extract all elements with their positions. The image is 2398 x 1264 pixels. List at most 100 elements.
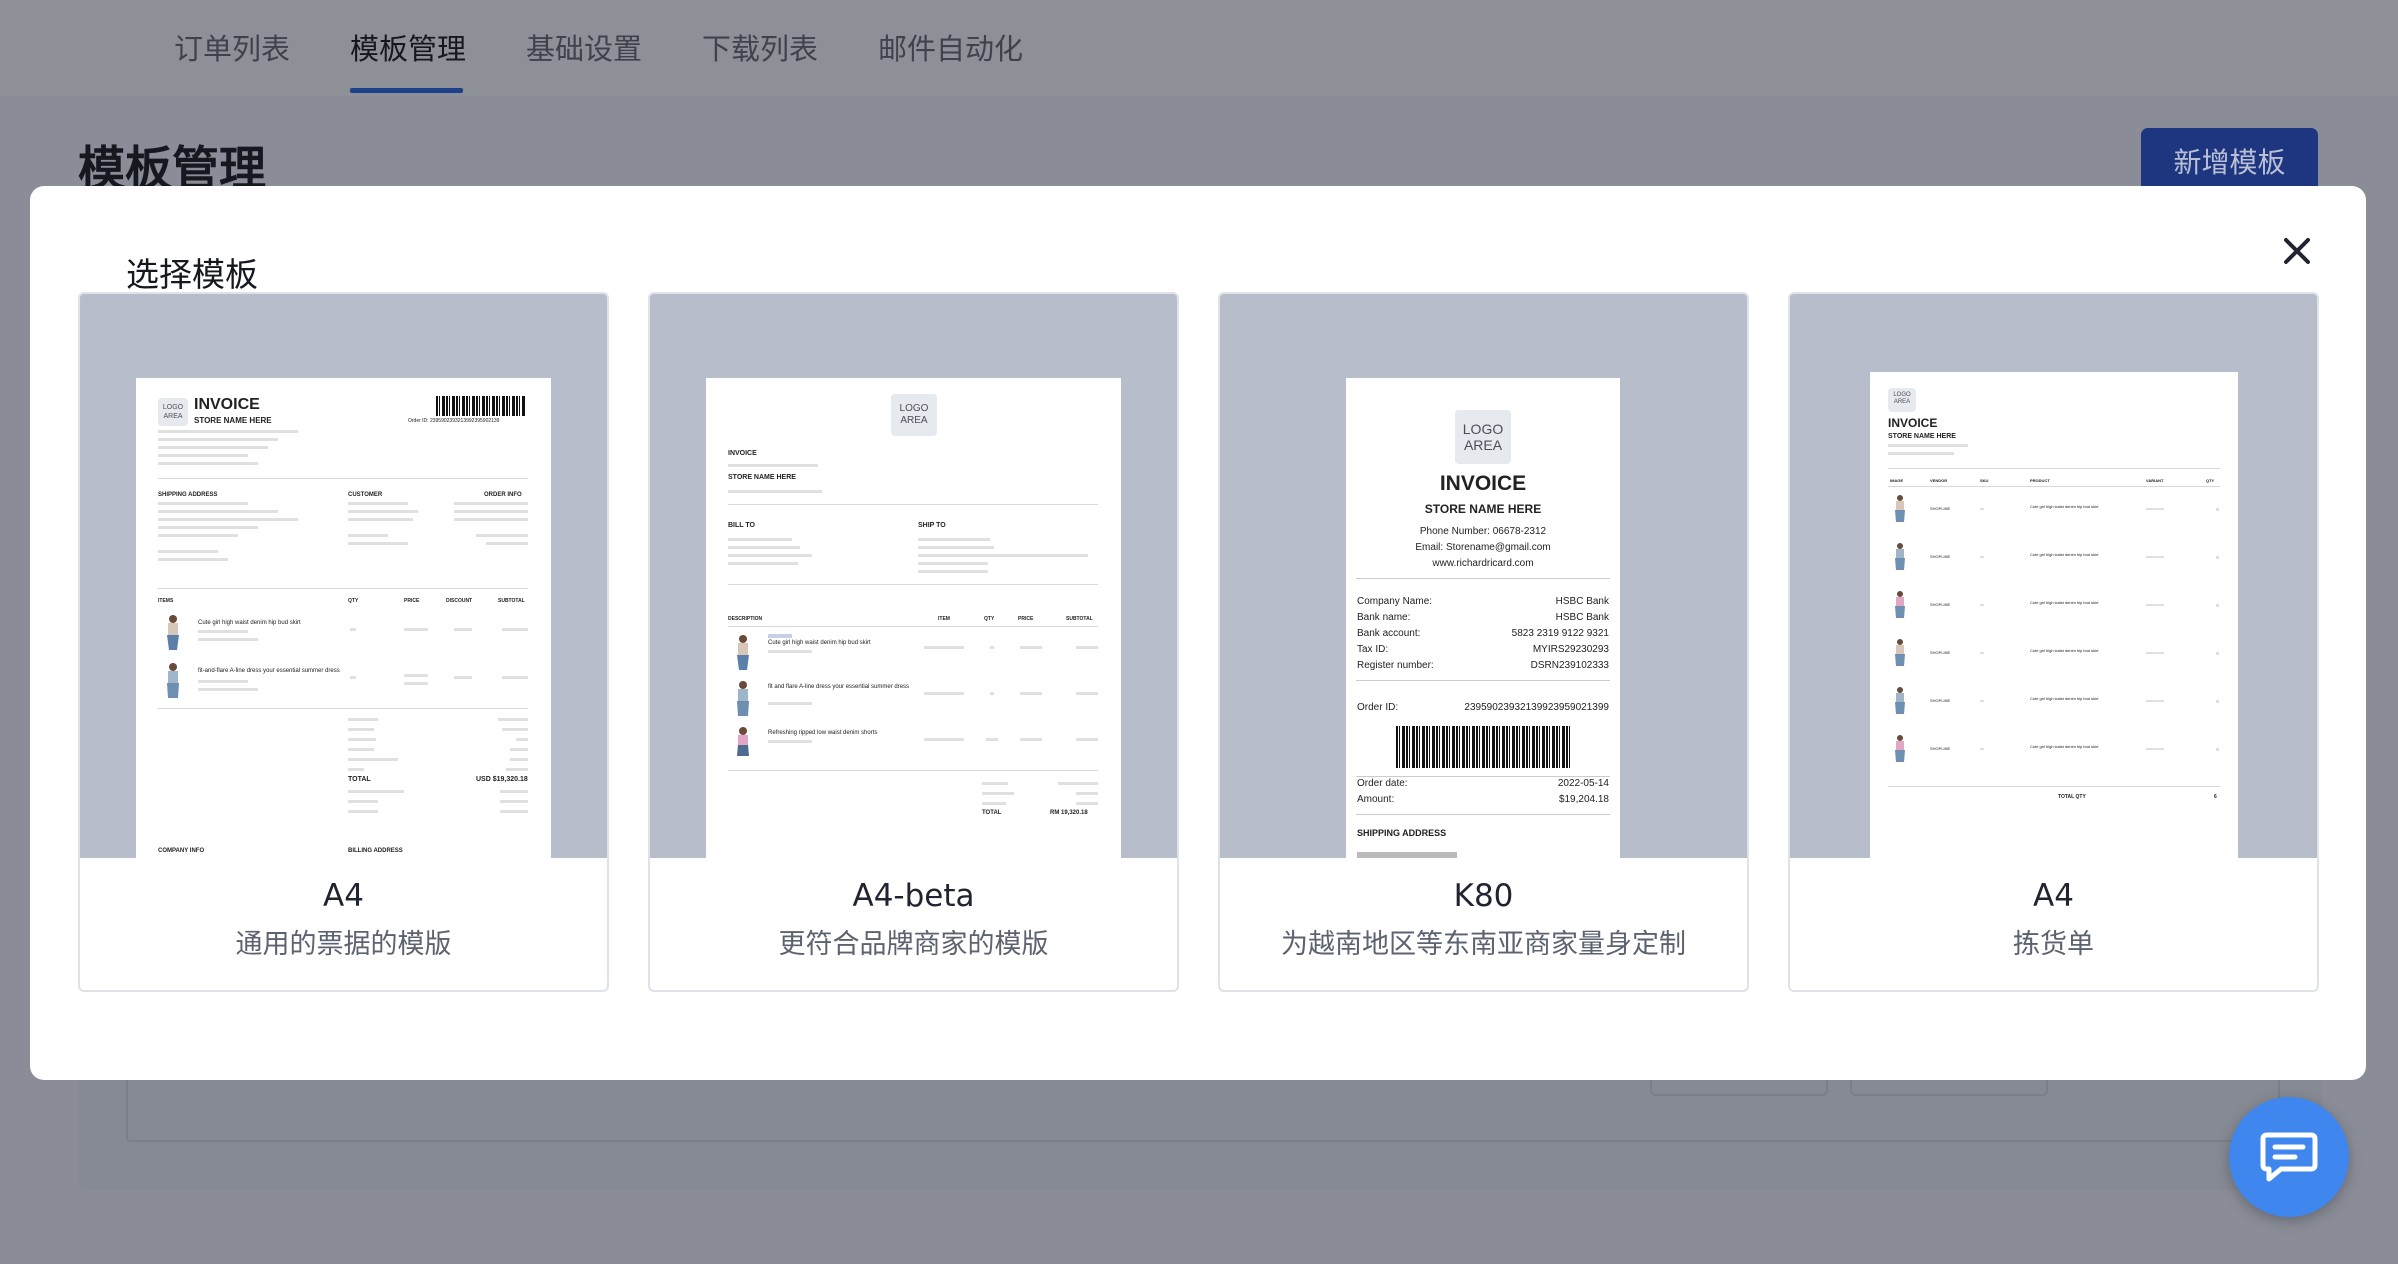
- col-qty: QTY: [348, 598, 359, 604]
- template-card-k80[interactable]: LOGO AREA INVOICE STORE NAME HERE Phone …: [1218, 292, 1749, 992]
- col-description: DESCRIPTION: [728, 616, 763, 622]
- product-cell: Cute girl high waist denim hip bud skirt: [2030, 696, 2099, 701]
- template-name: A4: [2033, 878, 2074, 914]
- total-qty-label: TOTAL QTY: [2058, 794, 2086, 800]
- tab-orders[interactable]: 订单列表: [174, 26, 290, 68]
- store-name: STORE NAME HERE: [728, 474, 796, 481]
- barcode: [436, 396, 526, 416]
- product-cell: Cute girl high waist denim hip bud skirt: [2030, 600, 2099, 605]
- template-description: 拣货单: [2013, 929, 2094, 960]
- invoice-title: INVOICE: [1439, 472, 1527, 495]
- order-date-label: Order date:: [1357, 778, 1408, 789]
- product-cell: Cute girl high waist denim hip bud skirt: [2030, 744, 2099, 749]
- tab-settings[interactable]: 基础设置: [526, 26, 642, 68]
- logo-area: LOGO AREA: [891, 394, 937, 436]
- product-cell: Cute girl high waist denim hip bud skirt: [2030, 504, 2099, 509]
- template-description: 为越南地区等东南亚商家量身定制: [1281, 929, 1686, 960]
- product-thumbnail: [1895, 687, 1905, 714]
- product-thumbnail: [737, 681, 749, 716]
- store-email: Email: Storename@gmail.com: [1415, 542, 1551, 553]
- col-variant: VARIANT: [2146, 478, 2164, 483]
- modal-title: 选择模板: [126, 255, 258, 294]
- order-info-heading: ORDER INFO: [484, 492, 522, 498]
- col-price: PRICE: [1018, 616, 1034, 622]
- order-id-label: Order ID:: [1357, 702, 1399, 713]
- template-name: K80: [1453, 878, 1514, 914]
- template-name: A4: [323, 878, 364, 914]
- order-id-value: 23959023932139923959021399: [1464, 702, 1609, 713]
- template-preview: LOGO AREA INVOICE STORE NAME HERE Order …: [80, 294, 607, 858]
- chat-button[interactable]: [2229, 1097, 2349, 1217]
- vendor-cell: SHOPLINE: [1930, 602, 1951, 607]
- col-subtotal: SUBTOTAL: [1066, 616, 1093, 622]
- col-discount: DISCOUNT: [446, 598, 473, 604]
- order-date-value: 2022-05-14: [1557, 778, 1609, 789]
- template-card-a4[interactable]: LOGO AREA INVOICE STORE NAME HERE Order …: [78, 292, 609, 992]
- row-value: HSBC Bank: [1555, 612, 1609, 623]
- close-icon[interactable]: [2270, 224, 2324, 278]
- product-thumbnail: [1895, 735, 1905, 762]
- store-website: www.richardricard.com: [1432, 558, 1534, 569]
- vendor-cell: SHOPLINE: [1930, 746, 1951, 751]
- invoice-title: INVOICE: [728, 450, 757, 457]
- vendor-cell: SHOPLINE: [1930, 506, 1951, 511]
- store-name: STORE NAME HERE: [194, 416, 272, 425]
- col-sku: SKU: [1980, 478, 1989, 483]
- row-value: 5823 2319 9122 9321: [1511, 628, 1609, 639]
- invoice-title: INVOICE: [194, 396, 260, 413]
- col-qty: QTY: [2206, 478, 2215, 483]
- product-thumbnail: [1895, 543, 1905, 570]
- col-product: PRODUCT: [2030, 478, 2050, 483]
- col-item: ITEM: [938, 616, 950, 622]
- product-thumbnail: [737, 635, 749, 670]
- product-thumbnail: [167, 663, 179, 698]
- vendor-cell: SHOPLINE: [1930, 650, 1951, 655]
- template-description: 更符合品牌商家的模版: [778, 929, 1049, 960]
- template-card-a4-beta[interactable]: LOGO AREA INVOICE STORE NAME HERE BILL T…: [648, 292, 1179, 992]
- total-value: RM 19,320.18: [1050, 810, 1088, 816]
- col-qty: QTY: [984, 616, 995, 622]
- logo-area: LOGO AREA: [1888, 388, 1916, 412]
- template-name: A4-beta: [852, 878, 975, 914]
- receipt-paper: LOGO AREA INVOICE STORE NAME HERE Phone …: [1346, 378, 1620, 858]
- amount-label: Amount:: [1357, 794, 1395, 805]
- shipping-heading: SHIPPING ADDRESS: [158, 492, 218, 498]
- col-items: ITEMS: [158, 598, 174, 604]
- customer-heading: CUSTOMER: [348, 492, 383, 498]
- ship-to-heading: SHIP TO: [918, 522, 946, 529]
- total-qty-value: 6: [2214, 794, 2217, 800]
- product-cell: Cute girl high waist denim hip bud skirt: [2030, 648, 2099, 653]
- item-name: Cute girl high waist denim hip bud skirt: [768, 640, 871, 646]
- total-label: TOTAL: [348, 776, 371, 783]
- bill-to-heading: BILL TO: [728, 522, 755, 529]
- store-name: STORE NAME HERE: [1888, 433, 1956, 440]
- company-heading: COMPANY INFO: [158, 848, 205, 854]
- product-thumbnail: [1895, 495, 1905, 522]
- tab-email-automation[interactable]: 邮件自动化: [878, 26, 1023, 68]
- active-tab-indicator: [350, 88, 463, 93]
- template-preview: LOGO AREA INVOICE STORE NAME HERE IMAGE …: [1790, 294, 2317, 858]
- invoice-paper: LOGO AREA INVOICE STORE NAME HERE BILL T…: [706, 378, 1121, 858]
- col-subtotal: SUBTOTAL: [498, 598, 525, 604]
- template-card-picking-list[interactable]: LOGO AREA INVOICE STORE NAME HERE IMAGE …: [1788, 292, 2319, 992]
- tab-templates[interactable]: 模板管理: [350, 26, 466, 68]
- item-name: Cute girl high waist denim hip bud skirt: [198, 620, 301, 626]
- tab-downloads[interactable]: 下载列表: [702, 26, 818, 68]
- item-name: Refreshing ripped low waist denim shorts: [768, 730, 878, 736]
- total-label: TOTAL: [982, 810, 1002, 816]
- row-value: MYIRS29230293: [1532, 644, 1609, 655]
- total-value: USD $19,320.18: [476, 776, 528, 783]
- product-thumbnail: [1895, 639, 1905, 666]
- invoice-title: INVOICE: [1888, 416, 1938, 430]
- logo-area: LOGO AREA: [158, 398, 188, 426]
- invoice-paper: LOGO AREA INVOICE STORE NAME HERE Order …: [136, 378, 551, 858]
- row-label: Company Name:: [1357, 596, 1433, 607]
- row-value: HSBC Bank: [1555, 596, 1609, 607]
- template-preview: LOGO AREA INVOICE STORE NAME HERE Phone …: [1220, 294, 1747, 858]
- vendor-cell: SHOPLINE: [1930, 698, 1951, 703]
- vendor-cell: SHOPLINE: [1930, 554, 1951, 559]
- col-image: IMAGE: [1890, 478, 1904, 483]
- row-label: Tax ID:: [1357, 644, 1389, 655]
- row-label: Bank account:: [1357, 628, 1421, 639]
- product-cell: Cute girl high waist denim hip bud skirt: [2030, 552, 2099, 557]
